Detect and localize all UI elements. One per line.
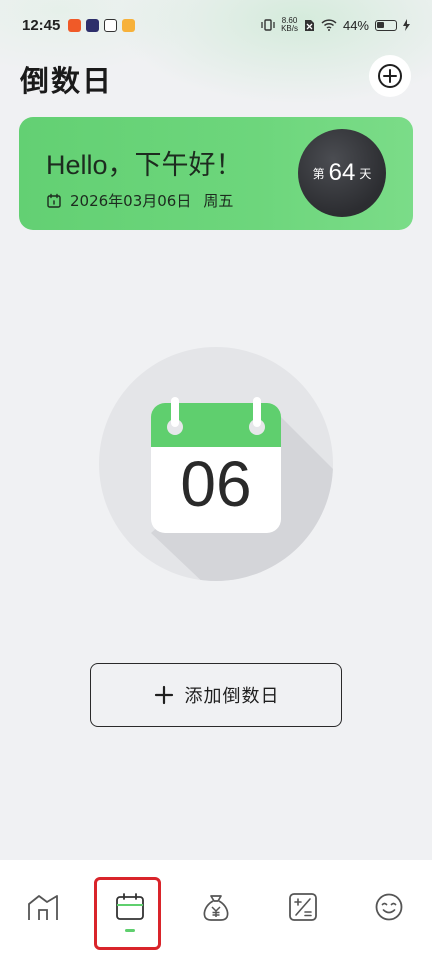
nav-home[interactable] (24, 860, 62, 964)
battery-icon (375, 19, 397, 31)
selection-highlight-box (94, 877, 161, 950)
notification-app-icon (68, 18, 82, 32)
add-countdown-label: 添加倒数日 (184, 686, 280, 707)
notification-play-icon (86, 18, 100, 32)
notification-link-icon (104, 18, 118, 32)
calculator-icon (288, 893, 317, 921)
status-right: 8.60 KB/s 44% (261, 17, 410, 33)
greeting-card[interactable]: Hello，下午好！ 2026年03月06日 周五 第 64 天 (19, 117, 413, 230)
greeting-text: Hello，下午好！ (46, 150, 243, 180)
money-bag-icon (203, 895, 229, 921)
date-row: 2026年03月06日 周五 (46, 190, 233, 211)
status-time: 12:45 (22, 16, 61, 34)
notification-avatar-icon (122, 18, 136, 32)
current-date: 2026年03月06日 (70, 192, 192, 210)
day-number: 64 (328, 159, 356, 186)
wifi-icon (321, 19, 337, 31)
home-icon (28, 895, 58, 920)
plus-icon (153, 684, 175, 706)
sim-off-icon (304, 19, 314, 31)
page-title: 倒数日 (20, 64, 114, 98)
charging-icon (403, 19, 410, 31)
add-countdown-button[interactable]: 添加倒数日 (90, 663, 342, 727)
plus-circle-icon (378, 64, 402, 88)
empty-calendar-illustration: 06 (99, 347, 333, 581)
nav-profile[interactable] (370, 860, 408, 964)
status-bar: 12:45 8.60 KB/s 44% (0, 0, 432, 50)
illustration-day: 06 (180, 448, 251, 520)
vibrate-icon (261, 19, 275, 31)
current-weekday: 周五 (203, 192, 234, 210)
day-suffix: 天 (359, 166, 372, 181)
net-speed-unit: KB/s (281, 24, 298, 33)
day-prefix: 第 (312, 166, 325, 181)
smile-icon (375, 893, 403, 921)
net-speed: 8.60 KB/s (281, 17, 298, 33)
calendar-illustration-icon: 06 (99, 347, 333, 581)
nav-calculator[interactable] (284, 860, 322, 964)
day-of-year-badge: 第 64 天 (298, 129, 386, 217)
calendar-small-icon (47, 193, 61, 208)
battery-fill (377, 21, 384, 28)
bottom-nav (0, 860, 432, 964)
nav-money[interactable] (197, 860, 235, 964)
add-event-button[interactable] (369, 55, 411, 97)
battery-percent: 44% (342, 17, 369, 33)
